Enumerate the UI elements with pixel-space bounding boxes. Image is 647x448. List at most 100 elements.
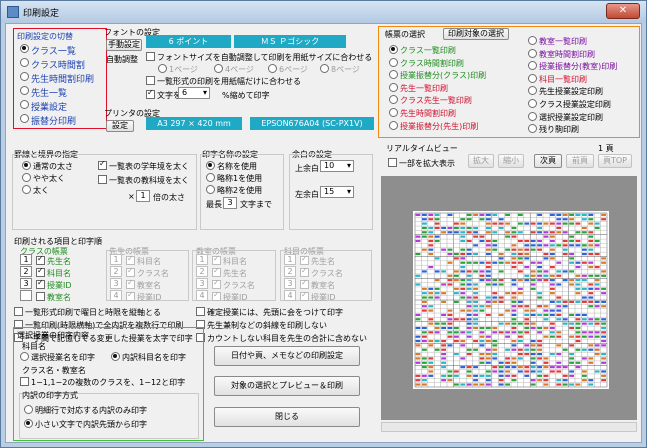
class-item-check[interactable]: 授業ID: [36, 278, 72, 291]
print-detail-name-radio[interactable]: 内訳科目名を印字: [111, 352, 186, 363]
thumbnail-cell: [428, 361, 434, 364]
fit-list-check[interactable]: 一覧形式の印刷を用紙幅だけに合わせる: [146, 76, 301, 87]
thumbnail-cell: [486, 335, 491, 338]
thumbnail-cell: [556, 361, 562, 364]
thumbnail-cell: [594, 353, 600, 356]
preview-print-button[interactable]: 対象の選択とプレビュー＆印刷: [214, 376, 360, 396]
prev-page-button[interactable]: 前頁: [566, 154, 594, 168]
top-page-button[interactable]: 頁TOP: [598, 154, 632, 168]
ruled-thick-radio[interactable]: 太く: [22, 185, 49, 196]
form-radio[interactable]: 授業振替分(クラス)印刷: [389, 70, 486, 81]
thumbnail-cell: [460, 235, 466, 238]
ruled-thicker-radio[interactable]: やや太く: [22, 173, 65, 184]
class-item-check[interactable]: 教室名: [36, 292, 71, 303]
thumbnail-cell: [601, 257, 606, 260]
class-order-input[interactable]: 2: [20, 266, 32, 277]
print-elective-name-radio[interactable]: 選択授業名を印字: [20, 352, 95, 363]
print-target-button[interactable]: 印刷対象の選択: [443, 28, 509, 40]
class-order-input[interactable]: [20, 290, 32, 301]
print-switch-radio[interactable]: 振替分印刷: [20, 114, 76, 127]
page-1-radio[interactable]: 1ページ: [158, 64, 198, 75]
combine-class-check[interactable]: 1−1,1−2の複数のクラスを、1−12と印字: [20, 377, 185, 388]
form-radio[interactable]: 先生授業設定印刷: [528, 86, 603, 97]
thumbnail-cell: [422, 300, 427, 303]
zoom-in-button[interactable]: 拡大: [468, 154, 494, 168]
ruled-normal-radio[interactable]: 通常の太さ: [22, 161, 73, 172]
subject-border-check[interactable]: 一覧表の教科境を太く: [98, 175, 189, 186]
thumbnail-cell: [466, 309, 472, 312]
max-length-input[interactable]: 3: [223, 197, 237, 209]
page-8-radio[interactable]: 8ページ: [320, 64, 360, 75]
zoom-part-check[interactable]: 一部を拡大表示: [388, 158, 455, 169]
close-dialog-button[interactable]: 閉じる: [214, 407, 360, 427]
print-switch-radio[interactable]: 授業設定: [20, 100, 67, 113]
thumbnail-cell: [460, 283, 466, 286]
use-abbr2-radio[interactable]: 略称2を使用: [206, 185, 262, 196]
print-switch-radio[interactable]: クラス時間割: [20, 58, 85, 71]
printer-setup-button[interactable]: 設定: [106, 120, 134, 132]
form-radio[interactable]: 教室時間割印刷: [528, 48, 595, 60]
print-switch-radio[interactable]: 先生一覧: [20, 86, 67, 99]
thumbnail-cell: [537, 348, 542, 351]
class-order-input[interactable]: 1: [20, 254, 32, 265]
horizontal-scrollbar[interactable]: [381, 422, 637, 432]
thumbnail-cell: [473, 296, 478, 299]
use-name-radio[interactable]: 名称を使用: [206, 161, 257, 172]
page-6-radio[interactable]: 6ページ: [268, 64, 308, 75]
page-4-radio[interactable]: 4ページ: [214, 64, 254, 75]
char-shrink-check[interactable]: 文字を: [146, 88, 181, 101]
close-icon[interactable]: ✕: [606, 3, 640, 19]
thumbnail-cell: [524, 257, 530, 260]
no-diagonal-check[interactable]: 先生兼制などの斜線を印刷しない: [196, 320, 327, 331]
thumbnail-cell: [543, 252, 549, 256]
thumbnail-cell: [466, 270, 472, 273]
form-radio[interactable]: 授業振替分(教室)印刷: [528, 61, 617, 72]
next-page-button[interactable]: 次頁: [534, 154, 562, 168]
thumbnail-cell: [556, 331, 562, 334]
form-order-input: 4: [284, 290, 296, 301]
thumbnail-cell: [582, 300, 587, 303]
form-radio[interactable]: 残り駒印刷: [528, 124, 579, 135]
form-radio[interactable]: クラス授業設定印刷: [528, 99, 611, 110]
grade-border-check[interactable]: 一覧表の学年境を太く: [98, 159, 189, 172]
manual-font-button[interactable]: 手動設定: [106, 39, 142, 51]
form-radio[interactable]: クラス時間割印刷: [389, 57, 464, 69]
use-abbr1-radio[interactable]: 略称1を使用: [206, 173, 262, 184]
form-radio[interactable]: 先生一覧印刷: [389, 82, 448, 94]
thumbnail-cell: [588, 239, 594, 243]
thumbnail-cell: [588, 357, 594, 360]
thumbnail-cell: [441, 292, 446, 295]
weekday-axis-check[interactable]: 一覧形式印刷で曜日と時限を縦軸とる: [14, 307, 161, 318]
top-margin-select[interactable]: 10: [320, 160, 354, 172]
header-settings-button[interactable]: 日付や頁、メモなどの印刷設定: [214, 346, 360, 366]
auto-adjust-check[interactable]: フォントサイズを自動調整して印刷を用紙サイズに合わせる: [146, 52, 372, 63]
detail-row-radio[interactable]: 明細行で対応する内訳のみ印字: [24, 405, 147, 416]
thumbnail-cell: [422, 305, 427, 308]
form-radio[interactable]: 先生時間割印刷: [389, 108, 456, 119]
thumbnail-cell: [486, 274, 491, 277]
confirmed-mark-check[interactable]: 確定授業には、先頭に会をつけて印字: [196, 307, 343, 318]
exclude-count-check[interactable]: カウントしない科目を先生の合計に含めない: [196, 333, 367, 344]
thumbnail-cell: [582, 374, 587, 377]
form-radio[interactable]: クラス一覧印刷: [389, 45, 456, 56]
print-switch-radio[interactable]: クラス一覧: [20, 44, 76, 57]
left-margin-select[interactable]: 15: [320, 186, 354, 198]
class-order-input[interactable]: 3: [20, 278, 32, 289]
form-radio[interactable]: 授業振替分(先生)印刷: [389, 120, 478, 132]
line-width-input[interactable]: 1: [136, 190, 150, 202]
thumbnail-cell: [460, 331, 466, 334]
form-radio[interactable]: 科目一覧印刷: [528, 73, 587, 85]
thumbnail-cell: [543, 309, 549, 312]
small-text-radio[interactable]: 小さい文字で内訳先頭から印字: [24, 419, 147, 430]
thumbnail-cell: [460, 292, 466, 295]
form-radio[interactable]: 教室一覧印刷: [528, 36, 587, 47]
thumbnail-cell: [479, 361, 485, 364]
preview-canvas[interactable]: [381, 176, 637, 420]
print-switch-radio[interactable]: 先生時間割印刷: [20, 72, 94, 85]
form-radio[interactable]: 選択授業設定印刷: [528, 111, 603, 123]
form-radio[interactable]: クラス先生一覧印刷: [389, 95, 472, 106]
thumbnail-cell: [550, 235, 555, 238]
zoom-out-button[interactable]: 縮小: [498, 154, 524, 168]
char-shrink-select[interactable]: 6: [178, 87, 210, 99]
thumbnail-cell: [530, 344, 536, 347]
